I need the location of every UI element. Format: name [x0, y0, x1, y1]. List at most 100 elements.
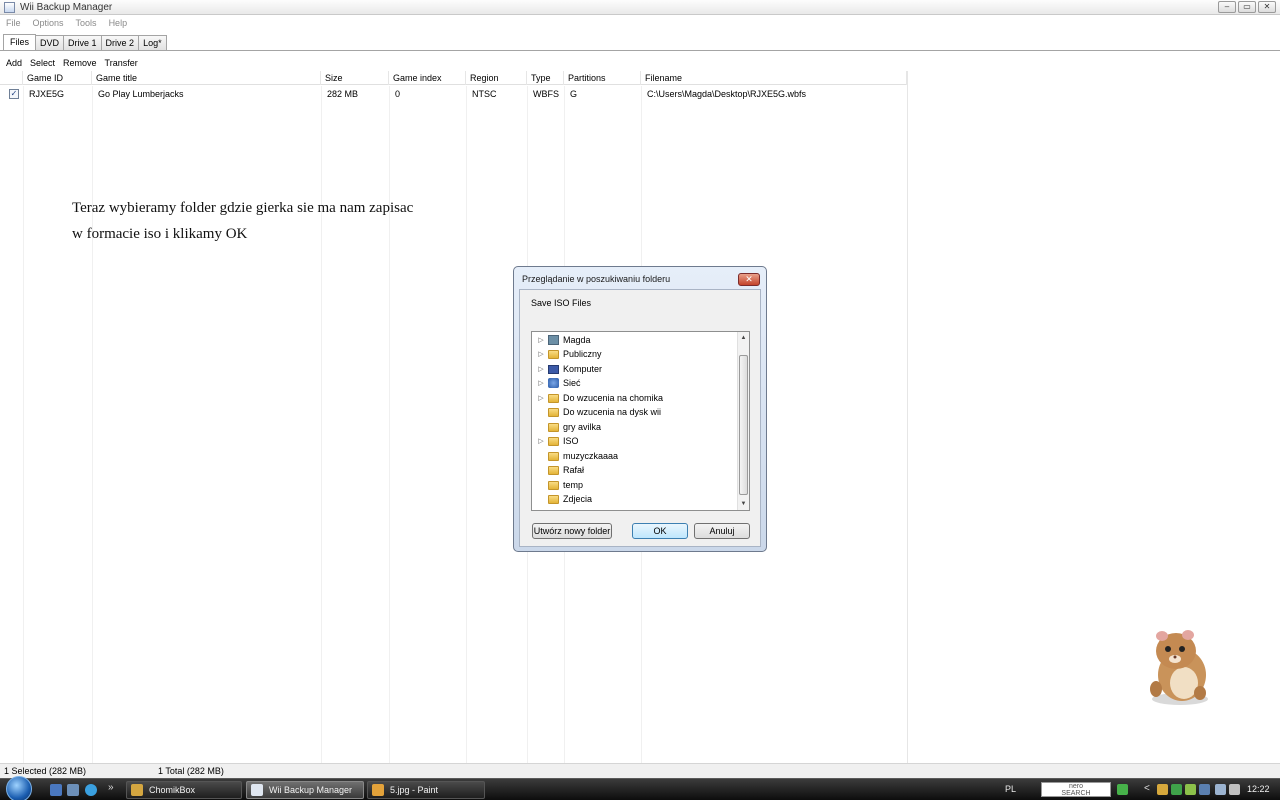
minimize-button[interactable]: –	[1218, 1, 1236, 13]
language-indicator[interactable]: PL	[1005, 784, 1016, 794]
ok-button[interactable]: OK	[632, 523, 688, 539]
tab-log[interactable]: Log*	[138, 35, 167, 50]
menu-tools[interactable]: Tools	[70, 16, 103, 30]
tab-dvd[interactable]: DVD	[35, 35, 65, 50]
tab-files[interactable]: Files	[3, 34, 37, 50]
column-header-region[interactable]: Region	[466, 71, 527, 85]
maximize-button[interactable]: ▭	[1238, 1, 1256, 13]
folder-icon	[548, 349, 559, 359]
column-header-game-id[interactable]: Game ID	[23, 71, 92, 85]
network-tray-icon[interactable]	[1199, 784, 1210, 795]
expand-icon[interactable]: ▷	[536, 394, 546, 402]
folder-icon	[548, 494, 559, 504]
cell-size: 282 MB	[327, 89, 359, 99]
show-desktop-icon[interactable]	[50, 784, 62, 796]
tree-item[interactable]: ▷ Magda	[536, 333, 591, 347]
browse-folder-dialog: Przeglądanie w poszukiwaniu folderu ✕ Sa…	[513, 266, 767, 552]
tree-item[interactable]: Rafał	[536, 463, 584, 477]
expand-icon[interactable]: ▷	[536, 365, 546, 373]
app-icon	[4, 2, 15, 13]
menu-file[interactable]: File	[0, 16, 27, 30]
tree-item[interactable]: Do wzucenia na dysk wii	[536, 405, 661, 419]
tree-item[interactable]: ▷ Publiczny	[536, 347, 602, 361]
table-row[interactable]: ✓ RJXE5G Go Play Lumberjacks 282 MB 0 NT…	[0, 87, 907, 101]
expand-icon[interactable]: ▷	[536, 350, 546, 358]
remove-button[interactable]: Remove	[59, 57, 101, 69]
hamster-mascot-icon[interactable]	[1142, 627, 1214, 707]
tree-item-label: Publiczny	[563, 349, 602, 359]
folder-tree[interactable]: ▷ Magda ▷ Publiczny ▷ Komputer ▷ Sieć ▷	[531, 331, 750, 511]
expand-icon[interactable]: ▷	[536, 437, 546, 445]
tree-item[interactable]: muzyczkaaaa	[536, 449, 618, 463]
menu-options[interactable]: Options	[27, 16, 70, 30]
status-bar: 1 Selected (282 MB) 1 Total (282 MB)	[0, 763, 1280, 778]
column-header-partitions[interactable]: Partitions	[564, 71, 641, 85]
column-header-check[interactable]	[0, 71, 23, 85]
dialog-title: Przeglądanie w poszukiwaniu folderu	[522, 274, 671, 284]
column-header-type[interactable]: Type	[527, 71, 564, 85]
tree-item-label: Sieć	[563, 378, 581, 388]
column-divider	[389, 86, 390, 763]
cell-type: WBFS	[533, 89, 559, 99]
taskbar: » ChomikBox Wii Backup Manager 5.jpg - P…	[0, 776, 1280, 800]
toolbar: Add Select Remove Transfer	[2, 57, 142, 69]
column-divider	[466, 86, 467, 763]
taskbar-item-wii-backup-manager[interactable]: Wii Backup Manager	[246, 781, 364, 799]
status-total: 1 Total (282 MB)	[158, 766, 224, 776]
security-tray-icon[interactable]	[1171, 784, 1182, 795]
new-folder-button[interactable]: Utwórz nowy folder	[532, 523, 612, 539]
add-button[interactable]: Add	[2, 57, 26, 69]
column-divider	[92, 86, 93, 763]
nero-go-arrow-icon[interactable]	[1117, 784, 1128, 795]
folder-icon	[548, 465, 559, 475]
menu-bar: File Options Tools Help	[0, 16, 1280, 30]
start-button[interactable]	[6, 776, 32, 800]
column-divider	[321, 86, 322, 763]
nero-search-box[interactable]: nero SEARCH	[1041, 782, 1111, 797]
transfer-button[interactable]: Transfer	[101, 57, 142, 69]
tree-item[interactable]: ▷ Do wzucenia na chomika	[536, 391, 663, 405]
column-header-game-title[interactable]: Game title	[92, 71, 321, 85]
tree-item[interactable]: temp	[536, 478, 583, 492]
tree-scrollbar[interactable]: ▲ ▼	[737, 332, 749, 510]
internet-explorer-icon[interactable]	[85, 784, 97, 796]
switch-windows-icon[interactable]	[67, 784, 79, 796]
row-checkbox[interactable]: ✓	[9, 89, 19, 99]
volume-icon[interactable]	[1229, 784, 1240, 795]
chomikbox-tray-icon[interactable]	[1157, 784, 1168, 795]
taskbar-item-paint[interactable]: 5.jpg - Paint	[367, 781, 485, 799]
column-header-size[interactable]: Size	[321, 71, 389, 85]
wii-backup-manager-icon	[251, 784, 263, 796]
tab-drive-2[interactable]: Drive 2	[100, 35, 140, 50]
tree-item[interactable]: Zdjecia	[536, 492, 592, 506]
taskbar-item-label: Wii Backup Manager	[269, 785, 353, 795]
select-button[interactable]: Select	[26, 57, 59, 69]
status-selected: 1 Selected (282 MB)	[4, 766, 87, 776]
quicklaunch-more-icon[interactable]: »	[108, 782, 114, 793]
tree-item[interactable]: ▷ Komputer	[536, 362, 602, 376]
update-tray-icon[interactable]	[1185, 784, 1196, 795]
user-folder-icon	[548, 335, 559, 345]
menu-help[interactable]: Help	[103, 16, 134, 30]
scroll-up-arrow-icon[interactable]: ▲	[738, 332, 749, 344]
taskbar-clock[interactable]: 12:22	[1247, 784, 1270, 794]
scrollbar-thumb[interactable]	[739, 355, 748, 495]
tab-drive-1[interactable]: Drive 1	[63, 35, 102, 50]
column-header-game-index[interactable]: Game index	[389, 71, 466, 85]
cancel-button[interactable]: Anuluj	[694, 523, 750, 539]
list-header: Game ID Game title Size Game index Regio…	[0, 71, 907, 85]
folder-icon	[548, 451, 559, 461]
taskbar-item-chomikbox[interactable]: ChomikBox	[126, 781, 242, 799]
tree-item[interactable]: ▷ Sieć	[536, 376, 581, 390]
dialog-close-button[interactable]: ✕	[738, 273, 760, 286]
close-button[interactable]: ✕	[1258, 1, 1276, 13]
monitor-tray-icon[interactable]	[1215, 784, 1226, 795]
column-header-filename[interactable]: Filename	[641, 71, 907, 85]
scroll-down-arrow-icon[interactable]: ▼	[738, 498, 749, 510]
tree-item[interactable]: ▷ ISO	[536, 434, 578, 448]
expand-icon[interactable]: ▷	[536, 336, 546, 344]
tree-item-label: gry avilka	[563, 422, 602, 432]
tray-expand-arrow-icon[interactable]: <	[1144, 783, 1150, 794]
expand-icon[interactable]: ▷	[536, 379, 546, 387]
tree-item[interactable]: gry avilka	[536, 420, 601, 434]
